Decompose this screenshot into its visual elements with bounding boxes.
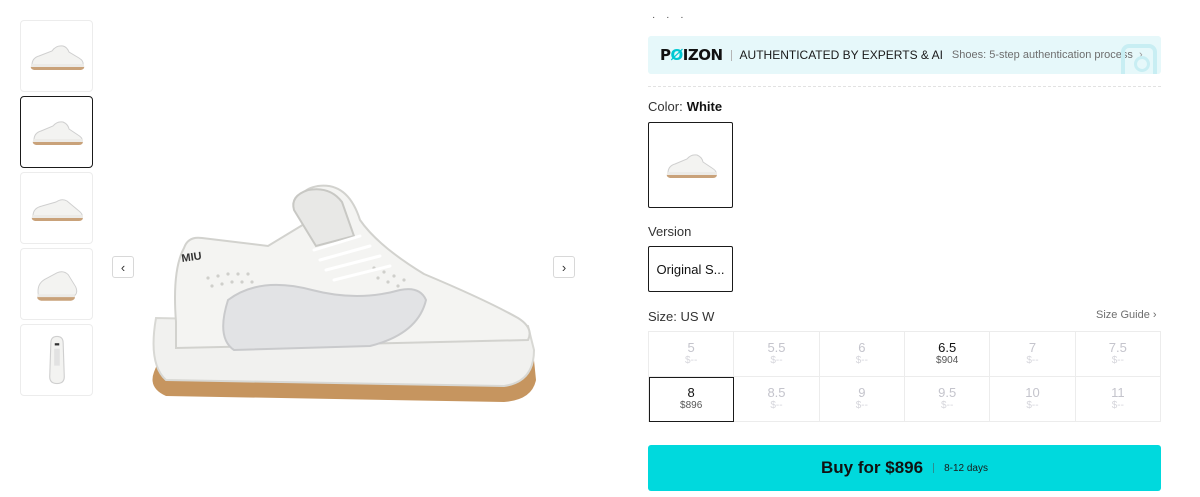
thumbnail-1[interactable] bbox=[20, 20, 93, 92]
sneaker-main-icon: MIU bbox=[152, 184, 536, 402]
size-value: 7 bbox=[1028, 340, 1037, 355]
sneaker-pair-thumbnail-icon bbox=[36, 271, 77, 301]
size-price: $-- bbox=[1111, 400, 1124, 411]
size-price: $-- bbox=[685, 355, 698, 366]
color-label: Color: White bbox=[648, 99, 723, 114]
sneaker-side-thumbnail-icon bbox=[30, 45, 84, 70]
divider bbox=[933, 463, 935, 473]
thumbnail-list bbox=[20, 20, 94, 400]
size-price: $-- bbox=[1111, 355, 1124, 366]
size-option[interactable]: 7 $-- bbox=[990, 332, 1076, 377]
chevron-left-icon: ‹ bbox=[120, 259, 126, 275]
size-option[interactable]: 6.5 $904 bbox=[905, 332, 991, 377]
chevron-right-icon: › bbox=[1152, 309, 1157, 321]
authentication-title: AUTHENTICATED BY EXPERTS & AI bbox=[739, 48, 943, 62]
size-price: $-- bbox=[855, 400, 868, 411]
sneaker-top-thumbnail-icon bbox=[48, 335, 65, 385]
sneaker-angle-thumbnail-icon bbox=[32, 121, 83, 145]
buy-label: Buy for $896 bbox=[821, 458, 924, 477]
size-value: 5.5 bbox=[767, 340, 786, 355]
divider bbox=[730, 49, 732, 61]
size-value: 6.5 bbox=[938, 340, 957, 355]
size-value: 5 bbox=[687, 340, 695, 355]
size-price: $-- bbox=[941, 400, 954, 411]
size-option[interactable]: 11 $-- bbox=[1075, 377, 1161, 422]
authentication-banner[interactable]: PØIZON AUTHENTICATED BY EXPERTS & AI Sho… bbox=[648, 36, 1161, 74]
delivery-time: 8-12 days bbox=[944, 462, 988, 474]
sneaker-swatch-icon bbox=[666, 154, 717, 178]
size-price: $-- bbox=[770, 355, 783, 366]
size-value: 8.5 bbox=[767, 385, 786, 400]
size-value: 9 bbox=[858, 385, 866, 400]
size-grid: 5 $-- 5.5 $-- 6 $-- 6.5 $904 7 $-- 7.5 $-- 8 $896 8.5 $… bbox=[648, 331, 1161, 422]
next-image-button[interactable]: › bbox=[553, 256, 575, 278]
size-price: $-- bbox=[1026, 355, 1039, 366]
authentication-subtitle: Shoes: 5-step authentication process bbox=[951, 49, 1133, 61]
size-option[interactable]: 8 $896 bbox=[649, 377, 735, 422]
size-option[interactable]: 10 $-- bbox=[990, 377, 1076, 422]
previous-image-button[interactable]: ‹ bbox=[112, 256, 134, 278]
size-option[interactable]: 9 $-- bbox=[819, 377, 905, 422]
sneaker-rear-thumbnail-icon bbox=[31, 199, 83, 221]
size-option[interactable]: 5 $-- bbox=[649, 332, 735, 377]
main-product-image: MIU bbox=[108, 150, 588, 420]
section-divider bbox=[648, 86, 1161, 87]
chevron-right-icon: › bbox=[561, 259, 567, 275]
size-price: $-- bbox=[855, 355, 868, 366]
size-guide-link[interactable]: Size Guide › bbox=[1096, 309, 1157, 321]
poizon-logo: PØIZON bbox=[660, 46, 723, 64]
shield-decoration-icon bbox=[1121, 44, 1157, 74]
size-option[interactable]: 9.5 $-- bbox=[905, 377, 991, 422]
size-value: 10 bbox=[1025, 385, 1040, 400]
buy-button[interactable]: Buy for $896 8-12 days bbox=[648, 445, 1161, 491]
thumbnail-4[interactable] bbox=[20, 248, 93, 320]
size-option[interactable]: 6 $-- bbox=[819, 332, 905, 377]
size-value: 9.5 bbox=[938, 385, 957, 400]
size-value: 6 bbox=[858, 340, 866, 355]
size-value: 11 bbox=[1111, 385, 1125, 400]
size-value: 8 bbox=[687, 385, 695, 400]
size-value: 7.5 bbox=[1108, 340, 1127, 355]
color-option-white[interactable] bbox=[648, 122, 733, 208]
thumbnail-3[interactable] bbox=[20, 172, 93, 244]
size-option[interactable]: 7.5 $-- bbox=[1075, 332, 1161, 377]
color-value: White bbox=[686, 99, 723, 114]
size-option[interactable]: 5.5 $-- bbox=[734, 332, 820, 377]
top-dots: · · · bbox=[652, 12, 688, 23]
size-price: $896 bbox=[680, 400, 703, 411]
size-price: $-- bbox=[770, 400, 783, 411]
version-label: Version bbox=[648, 224, 692, 239]
size-price: $-- bbox=[1026, 400, 1039, 411]
size-price: $904 bbox=[936, 355, 959, 366]
thumbnail-5[interactable] bbox=[20, 324, 93, 396]
size-label: Size: US W bbox=[648, 309, 715, 324]
size-option[interactable]: 8.5 $-- bbox=[734, 377, 820, 422]
version-option-original[interactable]: Original S... bbox=[648, 246, 733, 292]
thumbnail-2[interactable] bbox=[20, 96, 93, 168]
